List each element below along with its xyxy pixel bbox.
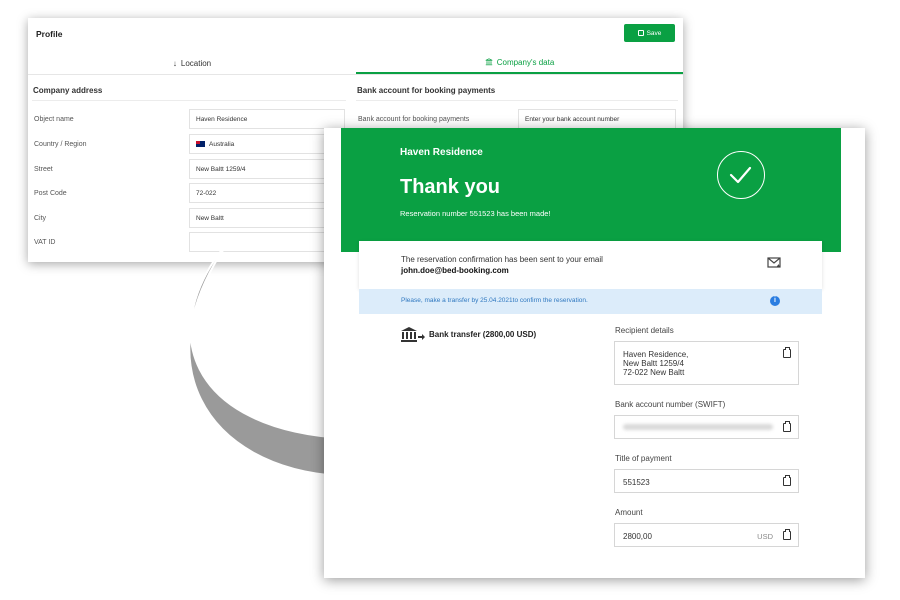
- currency-label: USD: [757, 532, 773, 541]
- copy-icon[interactable]: [783, 475, 791, 486]
- copy-icon[interactable]: [783, 421, 791, 432]
- recipient-field[interactable]: Haven Residence, New Baltt 1259/4 72-022…: [614, 341, 799, 385]
- bank-transfer-title: Bank transfer (2800,00 USD): [429, 330, 537, 339]
- payment-title-value: 551523: [623, 478, 650, 487]
- reservation-number-text: Reservation number 551523 has been made!: [400, 209, 551, 218]
- checkmark-icon: [729, 166, 752, 184]
- email-address: john.doe@bed-booking.com: [401, 266, 509, 275]
- checkmark-circle-icon: [717, 151, 765, 199]
- transfer-notice-text: Please, make a transfer by 25.04.2021to …: [401, 297, 588, 304]
- payment-title-label: Title of payment: [615, 454, 672, 463]
- swift-field[interactable]: [614, 415, 799, 439]
- confirmation-banner: Haven Residence Thank you Reservation nu…: [341, 128, 841, 252]
- hotel-name: Haven Residence: [400, 147, 483, 158]
- amount-value: 2800,00: [623, 532, 652, 541]
- recipient-label: Recipient details: [615, 326, 674, 335]
- amount-label: Amount: [615, 508, 643, 517]
- email-confirmation-card: The reservation confirmation has been se…: [359, 241, 822, 289]
- swift-label: Bank account number (SWIFT): [615, 400, 726, 409]
- bank-transfer-icon: [401, 327, 425, 342]
- payment-title-field[interactable]: 551523: [614, 469, 799, 493]
- thank-you-heading: Thank you: [400, 176, 501, 198]
- copy-icon[interactable]: [783, 347, 791, 358]
- amount-field[interactable]: 2800,00 USD: [614, 523, 799, 547]
- confirmation-window: Haven Residence Thank you Reservation nu…: [324, 128, 865, 578]
- transfer-notice: Please, make a transfer by 25.04.2021to …: [359, 289, 822, 314]
- recipient-value: Haven Residence, New Baltt 1259/4 72-022…: [623, 350, 689, 377]
- blurred-account-number: [623, 424, 773, 430]
- mail-icon: [767, 257, 781, 268]
- copy-icon[interactable]: [783, 529, 791, 540]
- email-sent-message: The reservation confirmation has been se…: [401, 255, 603, 264]
- info-icon[interactable]: i: [770, 296, 780, 306]
